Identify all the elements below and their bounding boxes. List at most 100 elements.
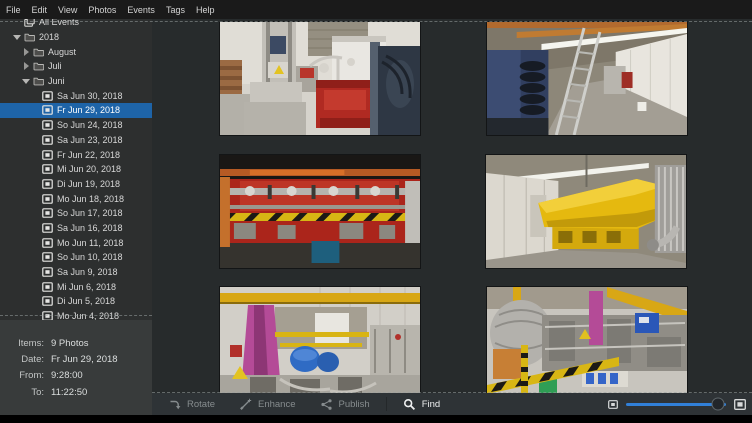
sidebar: All Events2018AugustJuliJuniSa Jun 30, 2… [0,19,152,320]
sidebar-item-fr-jun-29-2018[interactable]: Fr Jun 29, 2018 [0,103,152,118]
focus-dash-sidebar-bottom [0,315,152,316]
sidebar-item-sa-jun-30-2018[interactable]: Sa Jun 30, 2018 [0,88,152,103]
sidebar-item-mo-jun-11-2018[interactable]: Mo Jun 11, 2018 [0,235,152,250]
sidebar-item-label: So Jun 24, 2018 [57,120,123,130]
zoom-slider-zone [608,399,746,410]
shotwell-window: FileEditViewPhotosEventsTagsHelp All Eve… [0,0,752,423]
photo-thumbnail-2[interactable] [487,22,687,135]
rotate-button[interactable]: Rotate [156,393,227,415]
photo-thumbnail-1[interactable] [220,22,420,135]
sidebar-item-label: Sa Jun 23, 2018 [57,135,123,145]
info-label: From: [0,370,44,381]
find-button[interactable]: Find [391,393,452,415]
folder-icon [33,76,44,86]
sidebar-item-so-jun-10-2018[interactable]: So Jun 10, 2018 [0,250,152,265]
menu-tags[interactable]: Tags [166,5,185,15]
chevron-right-icon[interactable] [22,62,30,70]
menu-view[interactable]: View [58,5,77,15]
sidebar-item-sa-jun-9-2018[interactable]: Sa Jun 9, 2018 [0,265,152,280]
sidebar-item-so-jun-24-2018[interactable]: So Jun 24, 2018 [0,118,152,133]
rotate-icon [168,398,181,411]
enhance-button[interactable]: Enhance [227,393,308,415]
expander-spacer [31,180,39,188]
search-icon [403,398,416,411]
sidebar-item-label: So Jun 10, 2018 [57,252,123,262]
info-row-to: To: 11:22:50 [0,384,152,400]
menu-events[interactable]: Events [127,5,155,15]
expander-spacer [31,312,39,320]
info-row-from: From:9:28:00 [0,368,152,384]
focus-dash-top [0,21,752,22]
expander-spacer [31,136,39,144]
chevron-down-icon[interactable] [22,77,30,85]
photo-thumbnail-5[interactable] [220,287,420,393]
sidebar-item-label: 2018 [39,32,59,42]
info-value: 9 Photos [51,338,89,349]
event-icon [42,91,53,101]
sidebar-item-label: Mi Jun 20, 2018 [57,164,121,174]
toolbar-button-label: Rotate [187,399,215,410]
photo-thumbnail-6[interactable] [487,287,687,393]
toolbar-button-label: Find [422,399,440,410]
sidebar-item-sa-jun-23-2018[interactable]: Sa Jun 23, 2018 [0,133,152,148]
sidebar-item-label: Mo Jun 18, 2018 [57,194,124,204]
info-row-date: Date:Fr Jun 29, 2018 [0,351,152,367]
sidebar-item-label: Di Jun 5, 2018 [57,296,115,306]
thumbnail-size-small-icon[interactable] [608,400,618,409]
toolbar-button-label: Enhance [258,399,296,410]
expander-spacer [31,195,39,203]
expander-spacer [31,165,39,173]
chevron-down-icon[interactable] [13,33,21,41]
sidebar-item-mo-jun-18-2018[interactable]: Mo Jun 18, 2018 [0,191,152,206]
sidebar-item-august[interactable]: August [0,44,152,59]
sidebar-item-label: Di Jun 19, 2018 [57,179,120,189]
info-value: 11:22:50 [51,387,87,398]
event-icon [42,164,53,174]
sidebar-item-mi-jun-6-2018[interactable]: Mi Jun 6, 2018 [0,279,152,294]
sidebar-item-2018[interactable]: 2018 [0,30,152,45]
publish-button[interactable]: Publish [308,393,382,415]
info-label: Items: [0,338,44,349]
sidebar-item-sa-jun-16-2018[interactable]: Sa Jun 16, 2018 [0,221,152,236]
publish-icon [320,398,333,411]
sidebar-item-di-jun-5-2018[interactable]: Di Jun 5, 2018 [0,294,152,309]
info-row-items: Items: 9 Photos [0,335,152,351]
menu-help[interactable]: Help [196,5,215,15]
event-icon [42,252,53,262]
chevron-right-icon[interactable] [22,48,30,56]
sidebar-item-di-jun-19-2018[interactable]: Di Jun 19, 2018 [0,177,152,192]
bottom-letterbox [0,415,752,423]
sidebar-item-label: Juli [48,61,62,71]
menu-edit[interactable]: Edit [32,5,48,15]
event-icon [42,120,53,130]
folder-icon [33,47,44,57]
sidebar-item-label: August [48,47,76,57]
expander-spacer [31,283,39,291]
sidebar-item-fr-jun-22-2018[interactable]: Fr Jun 22, 2018 [0,147,152,162]
sidebar-item-mi-jun-20-2018[interactable]: Mi Jun 20, 2018 [0,162,152,177]
event-icon [42,179,53,189]
sidebar-item-juni[interactable]: Juni [0,74,152,89]
info-label: To: [0,387,44,398]
event-icon [42,105,53,115]
sidebar-item-juli[interactable]: Juli [0,59,152,74]
sidebar-item-so-jun-17-2018[interactable]: So Jun 17, 2018 [0,206,152,221]
sidebar-item-label: Juni [48,76,65,86]
expander-spacer [31,224,39,232]
sidebar-item-label: Mi Jun 6, 2018 [57,282,116,292]
photo-thumbnail-4[interactable] [486,155,686,268]
event-icon [42,238,53,248]
expander-spacer [31,268,39,276]
zoom-slider-track[interactable] [626,403,726,406]
thumbnail-size-large-icon[interactable] [734,399,746,410]
expander-spacer [31,297,39,305]
zoom-slider-handle[interactable] [712,398,725,411]
menu-photos[interactable]: Photos [88,5,116,15]
info-panel: Items: 9 Photos Date:Fr Jun 29, 2018From:9… [0,320,152,415]
expander-spacer [31,121,39,129]
photo-grid[interactable] [152,19,752,393]
event-icon [42,267,53,277]
photo-thumbnail-3[interactable] [220,155,420,268]
folder-icon [24,32,35,42]
menu-file[interactable]: File [6,5,21,15]
